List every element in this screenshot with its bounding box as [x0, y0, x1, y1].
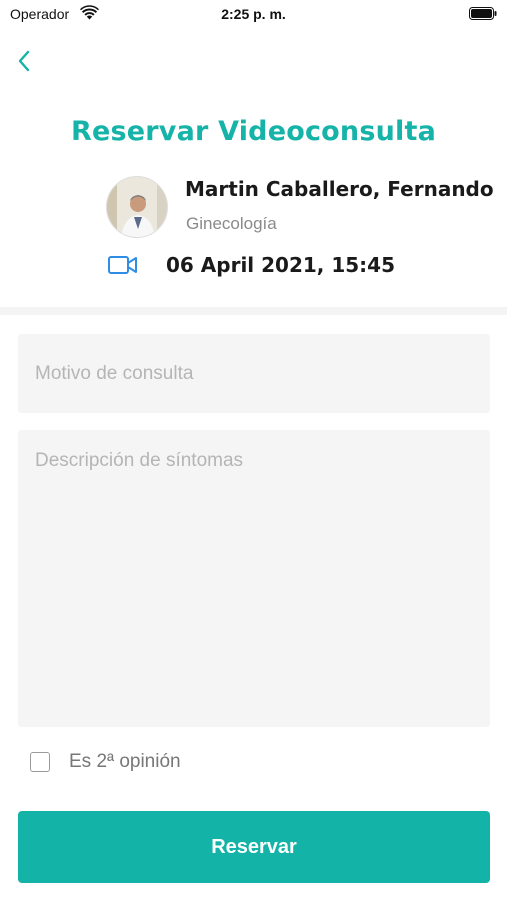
descripcion-sintomas-textarea[interactable] — [18, 430, 490, 727]
doctor-avatar — [106, 176, 168, 238]
back-button[interactable] — [12, 48, 36, 74]
reservar-button[interactable]: Reservar — [18, 811, 490, 883]
section-divider — [0, 307, 507, 315]
second-opinion-row[interactable]: Es 2ª opinión — [30, 751, 181, 773]
motivo-consulta-input[interactable] — [18, 334, 490, 413]
chevron-left-icon — [18, 50, 30, 72]
second-opinion-checkbox[interactable] — [30, 752, 50, 772]
appointment-datetime: 06 April 2021, 15:45 — [166, 253, 396, 277]
doctor-name: Martin Caballero, Fernando — [185, 177, 494, 201]
second-opinion-label: Es 2ª opinión — [69, 751, 181, 772]
doctor-specialty: Ginecología — [186, 214, 277, 233]
status-time: 2:25 p. m. — [221, 6, 286, 22]
page-title: Reservar Videoconsulta — [70, 116, 437, 147]
video-camera-icon — [108, 256, 137, 274]
battery-icon — [469, 7, 497, 20]
status-bar: Operador 2:25 p. m. — [0, 0, 507, 28]
